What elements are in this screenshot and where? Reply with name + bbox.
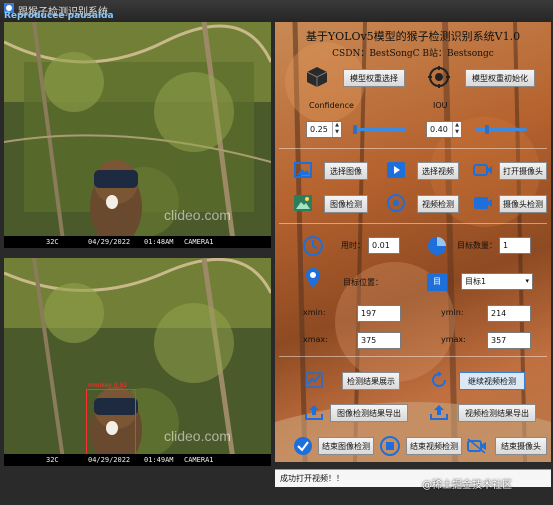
- panel-credits: CSDN：BestSongC B站：Bestsongc: [332, 49, 494, 59]
- iou-slider-handle[interactable]: [485, 125, 489, 134]
- target-select-value: 目标1: [465, 277, 487, 286]
- title-bar: 跟猴子检测识别系统 Reproducee pausaida: [0, 0, 553, 22]
- cam-name-top: CAMERA1: [184, 238, 214, 246]
- confidence-label: Confidence: [309, 101, 354, 110]
- show-result-button[interactable]: 检测结果展示: [342, 372, 400, 390]
- cam-temp-bottom: 32C: [46, 456, 59, 464]
- time-label: 用时：: [341, 241, 365, 250]
- continue-video-button[interactable]: 继续视频检测: [459, 372, 525, 390]
- video-display-top: clideo.com 32C 04/29/2022 01:48AM CAMERA…: [4, 22, 271, 248]
- video-display-bottom: monkey 0.92 clideo.com 32C 04/29/2022 01…: [4, 258, 271, 466]
- section-divider: [279, 356, 547, 357]
- xmin-field: 197: [357, 305, 401, 322]
- clock-icon: [303, 236, 323, 256]
- camera-off-icon: [467, 438, 486, 454]
- cam-name-bottom: CAMERA1: [184, 456, 214, 464]
- detection-label: monkey 0.92: [88, 382, 128, 389]
- end-video-button[interactable]: 结束视频检测: [406, 437, 462, 455]
- time-field: 0.01: [368, 237, 400, 254]
- iou-spinbox[interactable]: 0.40 ▲ ▼: [426, 121, 462, 138]
- control-panel: 基于YOLOv5模型的猴子检测识别系统V1.0 CSDN：BestSongC B…: [275, 22, 551, 462]
- image-icon: [294, 162, 312, 178]
- window-subtitle: Reproducee pausaida: [4, 11, 114, 21]
- image-detect-icon: [294, 195, 312, 211]
- target-tag-icon: 目: [427, 273, 447, 291]
- iou-slider[interactable]: [475, 128, 527, 131]
- end-image-button[interactable]: 结束图像检测: [318, 437, 374, 455]
- confidence-spinbox[interactable]: 0.25 ▲ ▼: [306, 121, 342, 138]
- location-pin-icon: [306, 268, 320, 288]
- xmax-label: xmax:: [303, 335, 328, 344]
- video-watermark-top: clideo.com: [164, 207, 231, 223]
- confidence-slider-handle[interactable]: [353, 125, 357, 134]
- upload-icon: [430, 405, 448, 420]
- ymax-label: ymax:: [441, 335, 466, 344]
- spin-arrows-icon[interactable]: ▲ ▼: [332, 122, 341, 137]
- cam-date-top: 04/29/2022: [88, 238, 131, 246]
- upload-icon: [305, 405, 323, 420]
- ymin-label: ymin:: [441, 308, 464, 317]
- select-image-button[interactable]: 选择图像: [324, 162, 368, 180]
- ymin-field: 214: [487, 305, 531, 322]
- spin-arrows-icon[interactable]: ▲ ▼: [452, 122, 461, 137]
- video-frame-top: [4, 22, 271, 248]
- camera-overlay-top: 32C 04/29/2022 01:48AM CAMERA1: [4, 236, 271, 248]
- xmax-field: 375: [357, 332, 401, 349]
- confidence-slider[interactable]: [354, 128, 406, 131]
- line-chart-icon: [305, 372, 323, 388]
- stop-circle-icon: [380, 436, 400, 456]
- panel-title: 基于YOLOv5模型的猴子检测识别系统V1.0: [305, 30, 521, 43]
- camera-overlay-bottom: 32C 04/29/2022 01:49AM CAMERA1: [4, 454, 271, 466]
- image-detect-button[interactable]: 图像检测: [324, 195, 368, 213]
- detection-box: [86, 389, 136, 457]
- count-field: 1: [499, 237, 531, 254]
- cam-time-bottom: 01:49AM: [144, 456, 174, 464]
- end-camera-button[interactable]: 结束摄像头: [495, 437, 547, 455]
- count-label: 目标数量：: [457, 241, 497, 250]
- camera-icon: [473, 164, 492, 176]
- export-image-button[interactable]: 图像检测结果导出: [330, 404, 408, 422]
- iou-label: IOU: [433, 101, 448, 110]
- xmin-label: xmin:: [303, 308, 326, 317]
- cam-time-top: 01:48AM: [144, 238, 174, 246]
- webcam-icon: [474, 197, 492, 209]
- video-play-icon: [387, 162, 405, 178]
- select-video-button[interactable]: 选择视频: [417, 162, 459, 180]
- iou-value: 0.40: [430, 125, 448, 134]
- camera-detect-button[interactable]: 摄像头检测: [499, 195, 547, 213]
- section-divider: [279, 148, 547, 149]
- ymax-field: 357: [487, 332, 531, 349]
- target-icon: [428, 66, 450, 88]
- video-watermark-bottom: clideo.com: [164, 428, 231, 444]
- open-camera-button[interactable]: 打开摄像头: [499, 162, 547, 180]
- chevron-down-icon: ▾: [525, 277, 529, 285]
- cam-temp-top: 32C: [46, 238, 59, 246]
- video-detect-button[interactable]: 视频检测: [417, 195, 459, 213]
- video-frame-bottom: [4, 258, 271, 466]
- app-window: 跟猴子检测识别系统 Reproducee pausaida clideo.com…: [0, 0, 553, 505]
- init-weights-button[interactable]: 模型权重初始化: [465, 69, 535, 87]
- select-weights-button[interactable]: 模型权重选择: [343, 69, 405, 87]
- target-select[interactable]: 目标1 ▾: [461, 273, 533, 290]
- pie-chart-icon: [428, 237, 446, 255]
- confidence-value: 0.25: [310, 125, 328, 134]
- cam-date-bottom: 04/29/2022: [88, 456, 131, 464]
- cube-icon: [306, 67, 328, 87]
- section-divider: [279, 223, 547, 224]
- video-detect-icon: [387, 194, 405, 212]
- corner-watermark: @稀土掘金技术社区: [422, 480, 512, 491]
- refresh-icon: [432, 371, 446, 387]
- check-circle-icon: [294, 437, 312, 455]
- export-video-button[interactable]: 视频检测结果导出: [458, 404, 536, 422]
- position-label: 目标位置：: [343, 278, 383, 287]
